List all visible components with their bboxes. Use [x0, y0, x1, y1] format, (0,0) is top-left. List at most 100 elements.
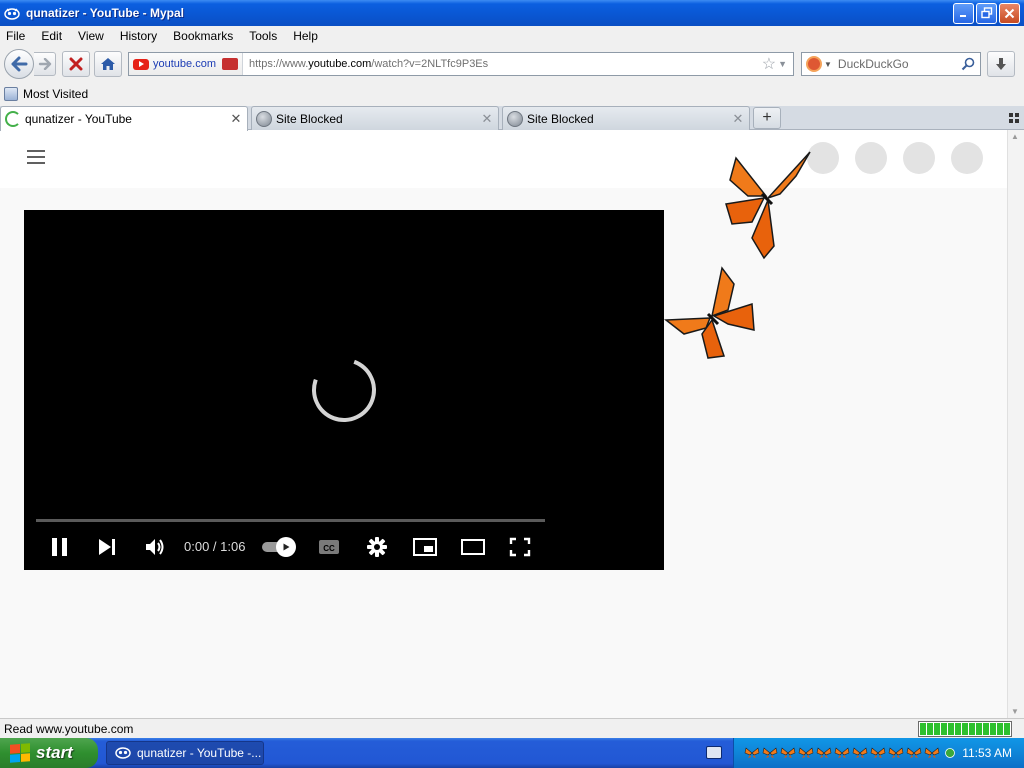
- minimize-button[interactable]: [953, 2, 974, 24]
- captions-button[interactable]: CC: [318, 538, 340, 556]
- globe-icon: [507, 110, 523, 127]
- system-tray: 11:53 AM: [733, 738, 1024, 768]
- downloads-button[interactable]: [987, 51, 1015, 77]
- url-path: /watch?v=2NLTfc9P3Es: [371, 58, 489, 70]
- video-loading-spinner: [301, 347, 387, 433]
- tab-label: Site Blocked: [276, 111, 343, 126]
- duckduckgo-icon[interactable]: [806, 56, 822, 72]
- start-label: start: [36, 743, 73, 762]
- menu-file[interactable]: File: [0, 29, 33, 43]
- menu-view[interactable]: View: [70, 29, 112, 43]
- bookmark-star-icon[interactable]: ☆: [762, 54, 776, 74]
- butterfly-tray-icon[interactable]: [744, 747, 760, 759]
- butterfly-tray-icon[interactable]: [798, 747, 814, 759]
- most-visited-bookmark[interactable]: Most Visited: [23, 87, 88, 101]
- tab-qunatizer-youtube[interactable]: qunatizer - YouTube ✕: [0, 106, 248, 131]
- menu-icon[interactable]: [27, 150, 45, 164]
- butterfly-icon: [725, 151, 811, 260]
- url-prefix: https://www.: [248, 58, 309, 70]
- butterfly-tray-icon[interactable]: [780, 747, 796, 759]
- new-tab-button[interactable]: +: [753, 107, 781, 129]
- window-title: qunatizer - YouTube - Mypal: [26, 6, 185, 20]
- page-load-progress: [918, 720, 1012, 737]
- time-display: 0:00 / 1:06: [184, 539, 246, 554]
- butterfly-tray-icon[interactable]: [852, 747, 868, 759]
- tab-site-blocked-2[interactable]: Site Blocked ✕: [502, 106, 750, 130]
- tab-close-icon[interactable]: ✕: [731, 111, 745, 126]
- tab-close-icon[interactable]: ✕: [229, 112, 243, 126]
- scroll-down-arrow-icon[interactable]: ▼: [1011, 707, 1019, 716]
- search-icon[interactable]: [960, 56, 976, 72]
- header-placeholder-circle: [951, 142, 983, 174]
- mypal-app-icon: [115, 745, 131, 762]
- keyboard-icon[interactable]: [706, 746, 722, 759]
- menu-bookmarks[interactable]: Bookmarks: [165, 29, 241, 43]
- url-host: youtube.com: [308, 58, 372, 70]
- scroll-up-arrow-icon[interactable]: ▲: [1011, 132, 1019, 141]
- butterfly-tray-icon[interactable]: [870, 747, 886, 759]
- menu-help[interactable]: Help: [285, 29, 326, 43]
- forward-button[interactable]: [34, 52, 56, 76]
- page-content: 0:00 / 1:06 CC: [0, 130, 1007, 718]
- stop-button[interactable]: [62, 51, 90, 77]
- player-controls: 0:00 / 1:06 CC: [24, 532, 664, 562]
- tab-close-icon[interactable]: ✕: [480, 111, 494, 126]
- network-tray-icon[interactable]: [942, 747, 958, 759]
- pause-button[interactable]: [48, 536, 72, 558]
- start-button[interactable]: start: [0, 738, 98, 768]
- butterfly-tray-icon[interactable]: [834, 747, 850, 759]
- close-window-button[interactable]: [999, 2, 1020, 24]
- home-button[interactable]: [94, 51, 122, 77]
- autoplay-toggle[interactable]: [262, 537, 296, 557]
- header-placeholder-circle: [855, 142, 887, 174]
- tab-label: qunatizer - YouTube: [25, 112, 132, 126]
- url-history-dropdown-icon[interactable]: ▼: [778, 59, 787, 69]
- fullscreen-button[interactable]: [509, 537, 531, 557]
- tab-strip: qunatizer - YouTube ✕ Site Blocked ✕ Sit…: [0, 106, 1024, 131]
- menu-tools[interactable]: Tools: [241, 29, 285, 43]
- address-bar[interactable]: youtube.com https://www.youtube.com/watc…: [128, 52, 794, 76]
- butterfly-tray-icon[interactable]: [906, 747, 922, 759]
- vertical-scrollbar[interactable]: ▲ ▼: [1007, 130, 1024, 718]
- butterfly-tray-icon[interactable]: [888, 747, 904, 759]
- taskbar-window-label: qunatizer - YouTube -...: [137, 746, 262, 760]
- back-button[interactable]: [4, 49, 34, 79]
- status-text: Read www.youtube.com: [4, 721, 134, 736]
- video-progress-bar[interactable]: [36, 519, 545, 522]
- taskbar-window-button[interactable]: qunatizer - YouTube -...: [106, 741, 264, 765]
- video-player[interactable]: 0:00 / 1:06 CC: [24, 210, 664, 570]
- menu-bar: File Edit View History Bookmarks Tools H…: [0, 26, 1024, 46]
- restore-button[interactable]: [976, 2, 997, 24]
- mypal-app-icon: [4, 5, 20, 21]
- most-visited-icon: [4, 87, 18, 101]
- taskbar: start qunatizer - YouTube -... 11:53 AM: [0, 738, 1024, 768]
- menu-history[interactable]: History: [112, 29, 165, 43]
- header-placeholder-circle: [903, 142, 935, 174]
- next-button[interactable]: [96, 537, 118, 557]
- svg-text:CC: CC: [323, 544, 335, 553]
- search-engine-dropdown-icon[interactable]: ▼: [824, 60, 832, 69]
- globe-icon: [256, 110, 272, 127]
- url-text[interactable]: https://www.youtube.com/watch?v=2NLTfc9P…: [243, 58, 762, 70]
- search-input[interactable]: DuckDuckGo: [838, 57, 960, 71]
- clock[interactable]: 11:53 AM: [962, 746, 1024, 760]
- window-title-bar[interactable]: qunatizer - YouTube - Mypal: [0, 0, 1024, 26]
- theater-mode-button[interactable]: [460, 538, 486, 556]
- tray-icons: [734, 747, 962, 759]
- tab-list-icon[interactable]: [1006, 110, 1022, 126]
- menu-edit[interactable]: Edit: [33, 29, 70, 43]
- butterfly-icon: [663, 266, 755, 359]
- search-box[interactable]: ▼ DuckDuckGo: [801, 52, 981, 76]
- site-domain-label: youtube.com: [153, 58, 216, 70]
- butterfly-tray-icon[interactable]: [816, 747, 832, 759]
- site-identity-button[interactable]: youtube.com: [129, 53, 243, 75]
- volume-button[interactable]: [144, 537, 166, 557]
- settings-gear-icon[interactable]: [366, 536, 388, 558]
- tab-label: Site Blocked: [527, 111, 594, 126]
- bookmarks-toolbar: Most Visited: [0, 82, 1024, 106]
- butterfly-tray-icon[interactable]: [762, 747, 778, 759]
- miniplayer-button[interactable]: [412, 537, 438, 557]
- youtube-header: [0, 130, 1007, 188]
- butterfly-tray-icon[interactable]: [924, 747, 940, 759]
- tab-site-blocked-1[interactable]: Site Blocked ✕: [251, 106, 499, 130]
